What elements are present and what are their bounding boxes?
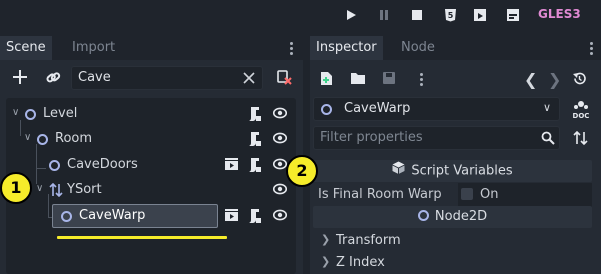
checkbox-label: On (480, 187, 499, 202)
tree-item-label: CaveDoors (67, 157, 138, 172)
dropdown-chevron-icon[interactable]: ∨ (543, 101, 551, 114)
filter-properties-placeholder: Filter properties (320, 130, 423, 145)
collapse-chevron-icon[interactable]: ∨ (24, 132, 31, 143)
script-icon[interactable] (248, 131, 262, 151)
open-folder-icon[interactable] (350, 72, 366, 89)
instance-scene-icon[interactable] (45, 69, 61, 85)
node2d-icon (37, 134, 48, 145)
property-editor (458, 183, 592, 207)
collapse-chevron-icon[interactable]: ∨ (36, 183, 43, 194)
tree-row-level[interactable]: ∨ Level (6, 102, 296, 126)
scene-tree: ∨ Level ∨ Room CaveDoors ∨ YSort CaveWar… (6, 98, 296, 274)
svg-text:5: 5 (447, 11, 453, 20)
tree-row-cavedoors[interactable]: CaveDoors (6, 153, 296, 177)
script-icon[interactable] (248, 106, 262, 126)
save-icon[interactable] (382, 71, 396, 89)
inspector-dock: Inspector Node ❮ ❯ CaveWarp ∨ DOC Filter… (310, 36, 601, 274)
sort-properties-icon[interactable] (573, 130, 589, 150)
tab-node[interactable]: Node (395, 36, 441, 60)
tree-item-label: YSort (67, 182, 102, 197)
filter-properties-input[interactable]: Filter properties (313, 126, 560, 150)
collapse-chevron-icon[interactable]: ∨ (12, 107, 19, 118)
group-label: Transform (336, 233, 401, 248)
open-in-editor-icon[interactable] (224, 158, 239, 175)
callout-1: 1 (0, 172, 32, 204)
script-variables-icon (392, 160, 405, 182)
property-row-is-final-room-warp: Is Final Room Warp On (313, 183, 592, 207)
scene-filter-input[interactable]: Cave (71, 66, 263, 90)
group-label: Z Index (336, 255, 385, 270)
node2d-icon (25, 109, 36, 120)
tree-row-cavewarp[interactable]: CaveWarp (6, 204, 296, 228)
scene-dock-menu-icon[interactable] (290, 42, 294, 55)
tree-row-room[interactable]: ∨ Room (6, 127, 296, 151)
group-z-index[interactable]: ❯ Z Index (313, 252, 592, 274)
play-icon[interactable] (344, 8, 358, 22)
tree-item-label: Level (43, 106, 78, 121)
tab-import[interactable]: Import (66, 36, 121, 60)
script-variables-section[interactable]: Script Variables (313, 160, 592, 182)
open-in-editor-icon[interactable] (224, 209, 239, 226)
node2d-section[interactable]: Node2D (313, 206, 592, 228)
visibility-eye-icon[interactable] (272, 107, 288, 123)
group-transform[interactable]: ❯ Transform (313, 230, 592, 252)
tree-item-label: CaveWarp (79, 208, 146, 223)
scene-dock: Scene Import Cave ∨ Level ∨ Room CaveDoo… (0, 36, 303, 274)
tree-row-ysort[interactable]: ∨ YSort (6, 178, 296, 202)
highlight-underline (57, 236, 227, 239)
history-forward-icon[interactable]: ❯ (548, 70, 561, 89)
scene-filter-value: Cave (78, 70, 111, 85)
pause-icon[interactable] (377, 8, 391, 22)
object-name: CaveWarp (344, 101, 411, 116)
ysort-icon (49, 182, 63, 201)
docs-icon[interactable]: DOC (572, 99, 590, 123)
stop-icon[interactable] (410, 8, 424, 22)
script-icon[interactable] (248, 157, 262, 177)
html5-icon[interactable]: 5 (443, 8, 457, 22)
tree-item-label: Room (55, 131, 93, 146)
visibility-eye-icon[interactable] (272, 158, 288, 174)
inspector-tabbar: Inspector Node (310, 36, 601, 60)
play-custom-scene-icon[interactable] (506, 8, 520, 22)
visibility-eye-icon[interactable] (272, 209, 288, 225)
node2d-icon (61, 211, 72, 222)
history-back-icon[interactable]: ❮ (524, 70, 537, 89)
tab-scene[interactable]: Scene (0, 36, 52, 60)
history-icon[interactable] (572, 71, 587, 90)
top-toolbar: 5 GLES3 (0, 0, 601, 30)
renderer-label[interactable]: GLES3 (538, 7, 581, 21)
script-variables-label: Script Variables (411, 163, 513, 179)
node2d-icon (49, 160, 60, 171)
on-checkbox[interactable] (461, 188, 473, 200)
node2d-icon (417, 210, 429, 221)
visibility-eye-icon[interactable] (272, 132, 288, 148)
tab-inspector[interactable]: Inspector (310, 36, 383, 60)
svg-text:DOC: DOC (573, 112, 590, 119)
expand-chevron-icon: ❯ (321, 255, 331, 268)
new-resource-icon[interactable] (320, 71, 334, 90)
clear-filter-icon[interactable] (243, 72, 255, 84)
visibility-eye-icon[interactable] (272, 183, 288, 199)
object-selector[interactable]: CaveWarp (313, 97, 560, 121)
resource-menu-icon[interactable] (420, 73, 424, 86)
inspector-menu-icon[interactable] (590, 42, 594, 55)
add-node-icon[interactable] (12, 69, 28, 85)
play-scene-icon[interactable] (473, 8, 487, 22)
expand-chevron-icon: ❯ (321, 233, 331, 246)
property-label: Is Final Room Warp (318, 187, 442, 202)
search-icon[interactable] (541, 131, 555, 149)
scene-dock-tabbar: Scene Import (0, 36, 303, 60)
script-icon[interactable] (248, 208, 262, 228)
remote-tree-icon[interactable] (276, 69, 292, 85)
callout-2: 2 (286, 155, 318, 187)
node2d-label: Node2D (434, 209, 488, 224)
node2d-icon (321, 104, 332, 115)
